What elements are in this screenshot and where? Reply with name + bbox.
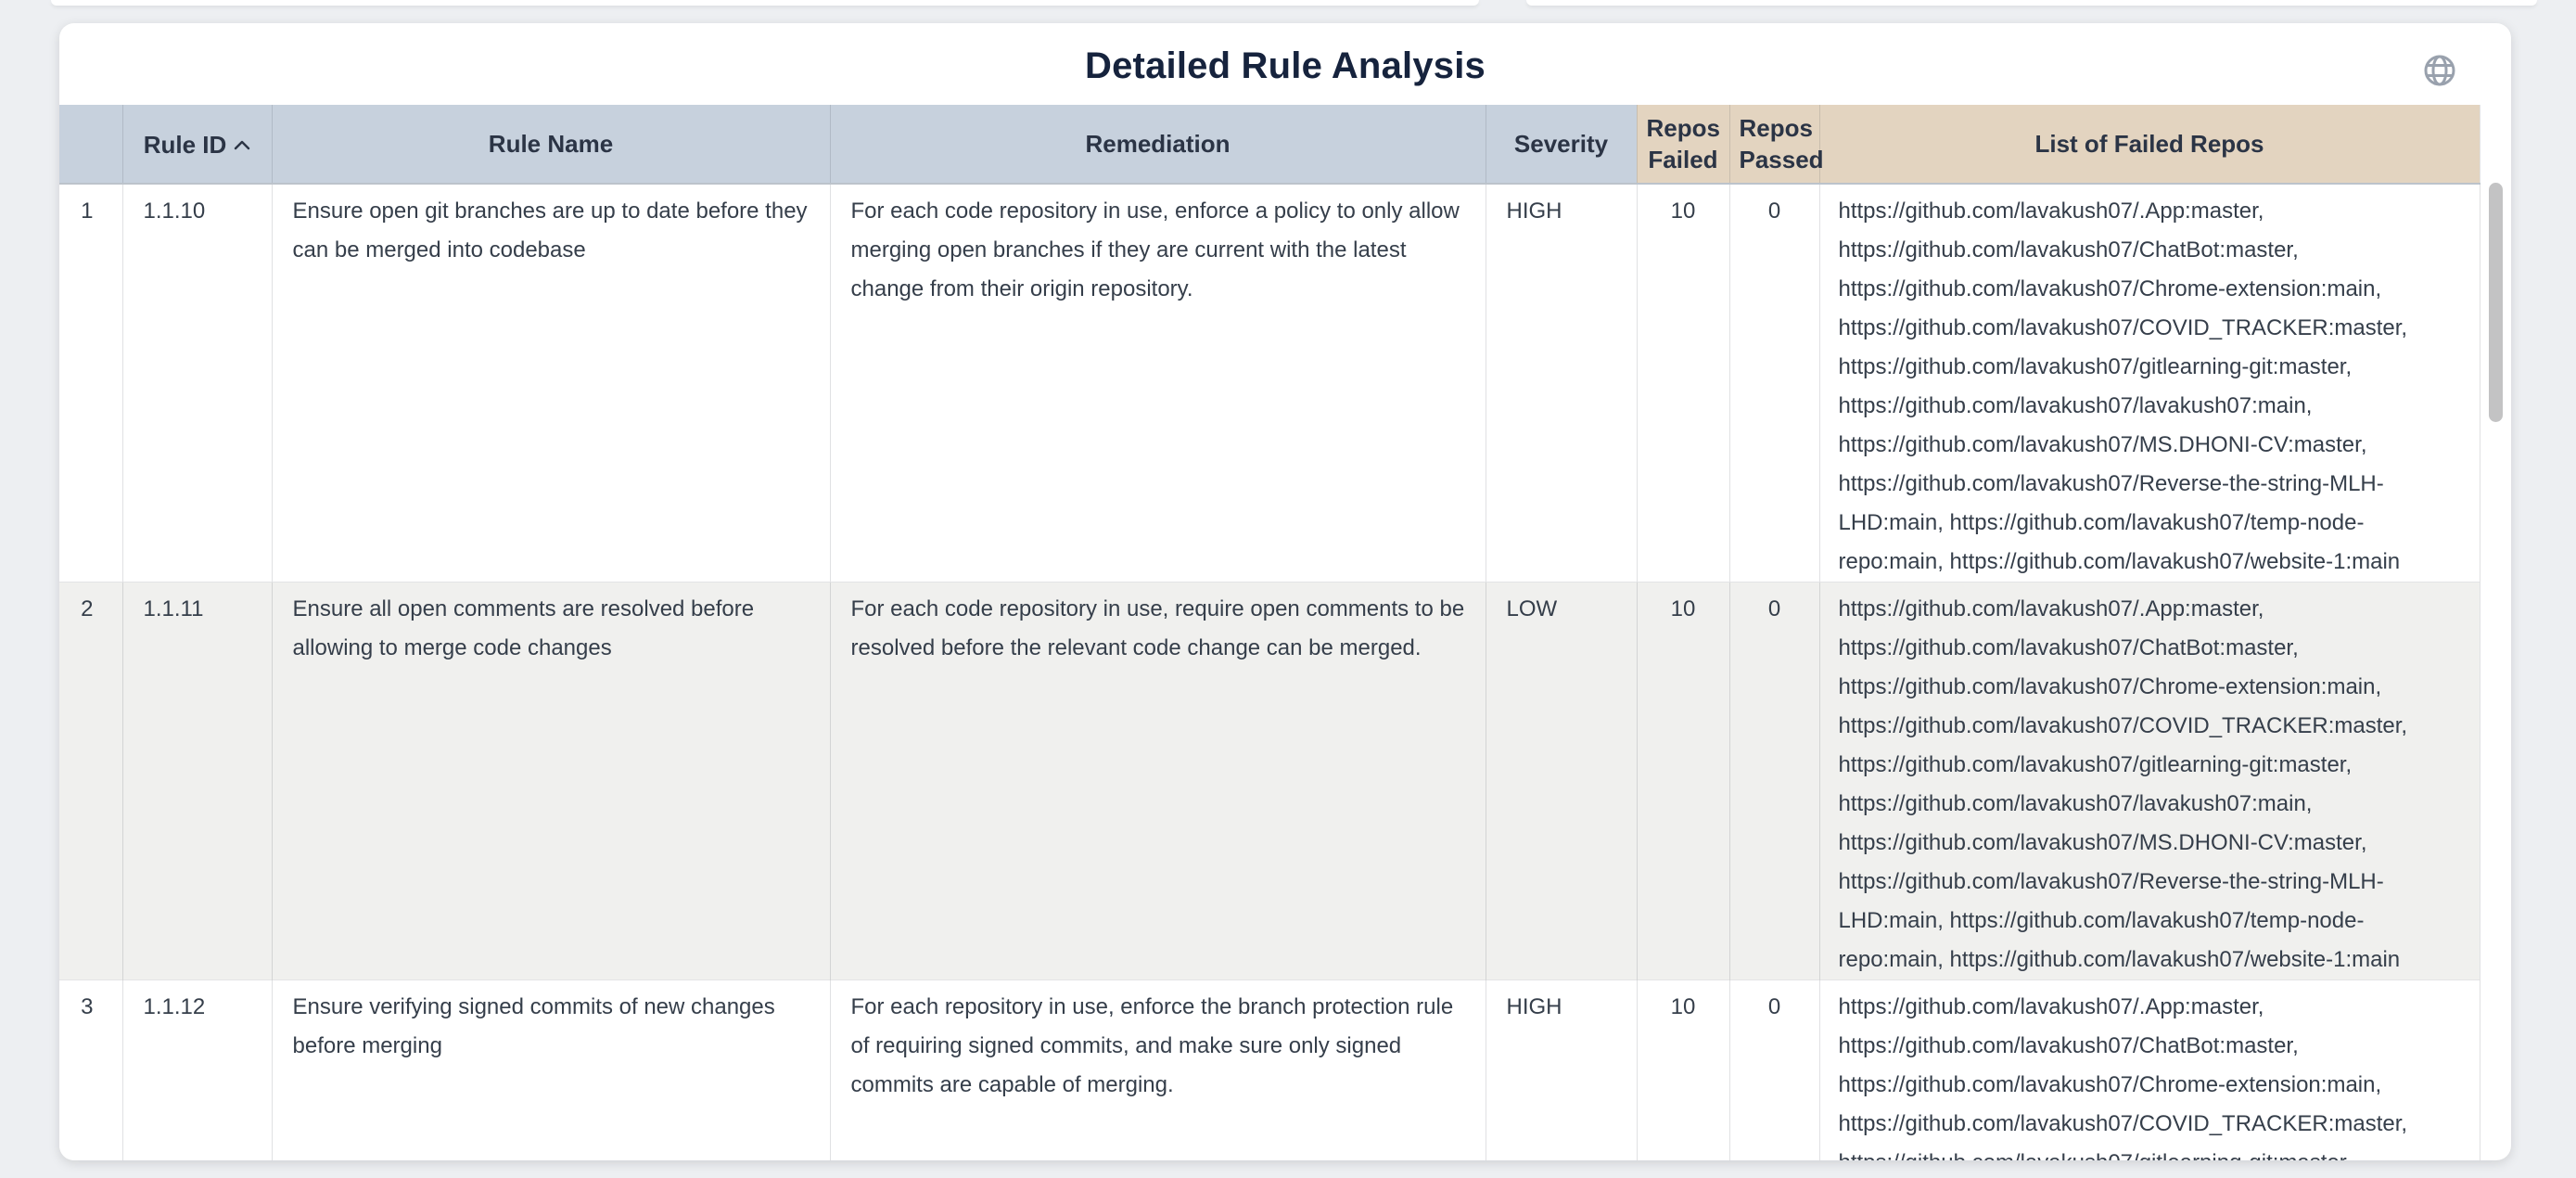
rule-name-cell: Ensure open git branches are up to date … — [272, 184, 830, 583]
rule-name-cell: Ensure verifying signed commits of new c… — [272, 980, 830, 1161]
column-header-rule-id[interactable]: Rule ID — [122, 105, 272, 184]
severity-cell: HIGH — [1486, 184, 1637, 583]
severity-cell: LOW — [1486, 583, 1637, 980]
globe-button[interactable] — [2418, 49, 2461, 92]
table-row: 2 1.1.11 Ensure all open comments are re… — [59, 583, 2480, 980]
row-index: 3 — [59, 980, 122, 1161]
repos-failed-cell: 10 — [1637, 184, 1729, 583]
table-row: 3 1.1.12 Ensure verifying signed commits… — [59, 980, 2480, 1161]
remediation-cell: For each code repository in use, require… — [830, 583, 1486, 980]
previous-card-edge-right — [1526, 0, 2537, 6]
detailed-rule-analysis-panel: Detailed Rule Analysis Rule ID — [59, 23, 2511, 1160]
severity-cell: HIGH — [1486, 980, 1637, 1161]
column-header-rule-id-label: Rule ID — [144, 131, 227, 159]
failed-repos-cell: https://github.com/lavakush07/.App:maste… — [1819, 184, 2480, 583]
repos-passed-cell: 0 — [1729, 980, 1819, 1161]
panel-header: Detailed Rule Analysis — [59, 23, 2511, 105]
sort-ascending-icon — [234, 129, 250, 157]
failed-repos-cell: https://github.com/lavakush07/.App:maste… — [1819, 583, 2480, 980]
globe-icon — [2418, 81, 2461, 95]
column-header-severity[interactable]: Severity — [1486, 105, 1637, 184]
table-row: 1 1.1.10 Ensure open git branches are up… — [59, 184, 2480, 583]
repos-passed-cell: 0 — [1729, 583, 1819, 980]
column-header-repos-failed[interactable]: Repos Failed — [1637, 105, 1729, 184]
repos-failed-cell: 10 — [1637, 583, 1729, 980]
column-header-index — [59, 105, 122, 184]
remediation-cell: For each code repository in use, enforce… — [830, 184, 1486, 583]
repos-passed-cell: 0 — [1729, 184, 1819, 583]
rule-name-cell: Ensure all open comments are resolved be… — [272, 583, 830, 980]
rule-id-cell: 1.1.11 — [122, 583, 272, 980]
column-header-failed-repos[interactable]: List of Failed Repos — [1819, 105, 2480, 184]
page-title: Detailed Rule Analysis — [59, 23, 2511, 87]
column-header-rule-name[interactable]: Rule Name — [272, 105, 830, 184]
rule-id-cell: 1.1.10 — [122, 184, 272, 583]
table-header-row: Rule ID Rule Name Remediation Severity R… — [59, 105, 2480, 184]
rule-analysis-table: Rule ID Rule Name Remediation Severity R… — [59, 105, 2480, 1160]
repos-failed-cell: 10 — [1637, 980, 1729, 1161]
vertical-scrollbar[interactable] — [2489, 183, 2503, 422]
previous-card-edge-left — [51, 0, 1479, 6]
row-index: 2 — [59, 583, 122, 980]
failed-repos-cell: https://github.com/lavakush07/.App:maste… — [1819, 980, 2480, 1161]
remediation-cell: For each repository in use, enforce the … — [830, 980, 1486, 1161]
row-index: 1 — [59, 184, 122, 583]
column-header-repos-passed[interactable]: Repos Passed — [1729, 105, 1819, 184]
rule-id-cell: 1.1.12 — [122, 980, 272, 1161]
column-header-remediation[interactable]: Remediation — [830, 105, 1486, 184]
